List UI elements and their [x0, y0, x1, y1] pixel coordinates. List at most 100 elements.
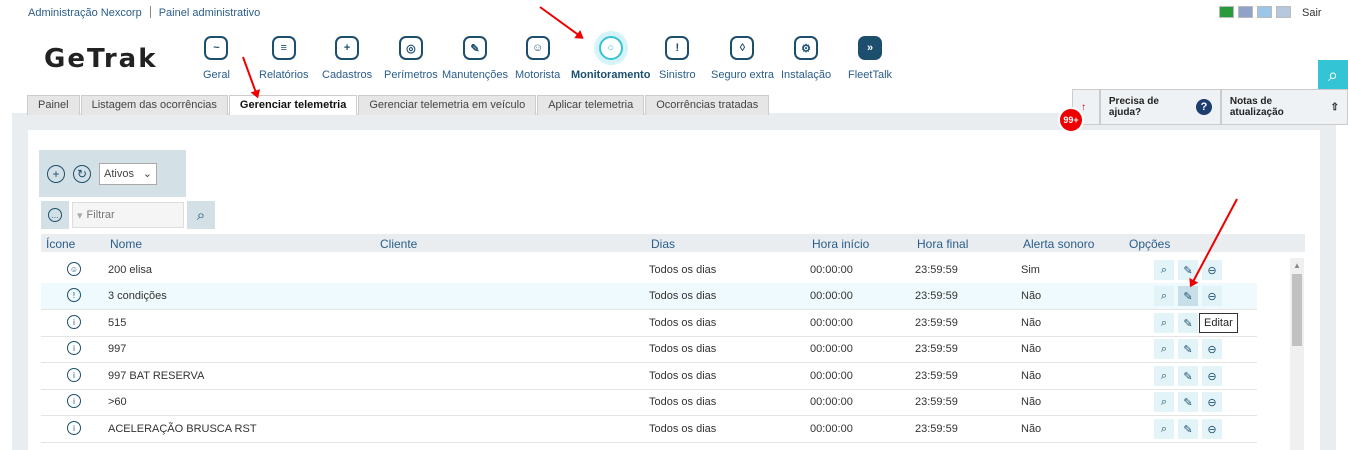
more-icon: …: [48, 208, 62, 222]
view-button[interactable]: ⌕: [1154, 366, 1174, 386]
disable-button[interactable]: ⊖: [1202, 392, 1222, 412]
nav-geral[interactable]: ~ Geral: [203, 36, 230, 81]
row-sound: Não: [1021, 370, 1042, 382]
row-end: 23:59:59: [915, 343, 958, 355]
table-row[interactable]: i ACELERAÇÃO BRUSCA RST Todos os dias 00…: [41, 416, 1257, 443]
nav-monitoramento[interactable]: ○ Monitoramento: [571, 36, 650, 81]
tab-ocorrencias-tratadas[interactable]: Ocorrências tratadas: [645, 95, 770, 115]
warning-icon: !: [67, 288, 81, 302]
release-notes-button[interactable]: Notas de atualização ⇧: [1220, 89, 1348, 125]
table-row[interactable]: ! 3 condições Todos os dias 00:00:00 23:…: [41, 283, 1257, 310]
edit-button[interactable]: ✎: [1178, 419, 1198, 439]
view-button[interactable]: ⌕: [1154, 286, 1174, 306]
table-row[interactable]: i 515 Todos os dias 00:00:00 23:59:59 Nã…: [41, 310, 1257, 337]
language-flags: [1219, 6, 1291, 18]
add-button[interactable]: +: [47, 164, 65, 183]
tab-gerenciar-telemetria[interactable]: Gerenciar telemetria: [228, 95, 358, 115]
tab-gerenciar-telemetria-veiculo[interactable]: Gerenciar telemetria em veículo: [358, 95, 537, 115]
flag-spain-icon[interactable]: [1276, 6, 1291, 18]
row-sound: Não: [1021, 317, 1042, 329]
status-select[interactable]: Ativos ⌄: [99, 162, 157, 185]
nav-manutencoes[interactable]: ✎ Manutenções: [442, 36, 508, 81]
edit-button[interactable]: ✎: [1178, 313, 1198, 333]
edit-icon: ✎: [1183, 423, 1193, 436]
row-start: 00:00:00: [810, 396, 853, 408]
scrollbar-thumb[interactable]: [1292, 274, 1302, 346]
row-end: 23:59:59: [915, 370, 958, 382]
search-icon: ⌕: [1160, 369, 1168, 382]
filter-funnel-icon: ▾: [77, 209, 83, 222]
row-days: Todos os dias: [649, 370, 717, 382]
nav-sinistro[interactable]: ! Sinistro: [659, 36, 696, 81]
row-days: Todos os dias: [649, 290, 717, 302]
edit-button[interactable]: ✎: [1178, 392, 1198, 412]
info-icon: i: [67, 394, 81, 408]
col-cliente[interactable]: Cliente: [380, 237, 417, 251]
view-button[interactable]: ⌕: [1154, 260, 1174, 280]
tab-painel[interactable]: Painel: [27, 95, 80, 115]
disable-button[interactable]: ⊖: [1202, 419, 1222, 439]
row-end: 23:59:59: [915, 317, 958, 329]
edit-button[interactable]: ✎: [1178, 286, 1198, 306]
flag-argentina-icon[interactable]: [1257, 6, 1272, 18]
refresh-button[interactable]: ↻: [73, 164, 91, 183]
view-button[interactable]: ⌕: [1154, 392, 1174, 412]
admin-panel-link[interactable]: Painel administrativo: [159, 7, 261, 19]
help-button[interactable]: Precisa de ajuda??: [1099, 89, 1221, 125]
disable-button[interactable]: ⊖: [1202, 366, 1222, 386]
view-button[interactable]: ⌕: [1154, 313, 1174, 333]
table-row[interactable]: i >60 Todos os dias 00:00:00 23:59:59 Nã…: [41, 389, 1257, 416]
row-name: ACELERAÇÃO BRUSCA RST: [108, 423, 257, 435]
view-button[interactable]: ⌕: [1154, 339, 1174, 359]
col-dias[interactable]: Dias: [651, 237, 675, 251]
disable-button[interactable]: ⊖: [1202, 286, 1222, 306]
edit-button[interactable]: ✎: [1178, 339, 1198, 359]
alert-arrow-icon: ↑: [1081, 101, 1086, 113]
logout-link[interactable]: Sair: [1302, 7, 1322, 19]
row-start: 00:00:00: [810, 317, 853, 329]
nav-cadastros[interactable]: + Cadastros: [322, 36, 372, 81]
minus-circle-icon: ⊖: [1207, 343, 1217, 356]
scroll-up-icon[interactable]: ▲: [1293, 261, 1301, 270]
admin-link[interactable]: Administração Nexcorp: [28, 7, 142, 19]
tab-listagem-ocorrencias[interactable]: Listagem das ocorrências: [80, 95, 228, 115]
nav-seguro-extra[interactable]: ◊ Seguro extra: [711, 36, 774, 81]
row-name: 515: [108, 317, 127, 329]
tab-aplicar-telemetria[interactable]: Aplicar telemetria: [537, 95, 645, 115]
nav-perimetros[interactable]: ◎ Perímetros: [384, 36, 438, 81]
col-icone[interactable]: Ícone: [46, 237, 75, 251]
disable-button[interactable]: ⊖: [1202, 339, 1222, 359]
disable-button[interactable]: ⊖: [1202, 260, 1222, 280]
filter-search-button[interactable]: ⌕: [187, 201, 215, 229]
col-alerta-sonoro[interactable]: Alerta sonoro: [1023, 237, 1094, 251]
separator: [149, 6, 151, 18]
nav-fleettalk[interactable]: » FleetTalk: [848, 36, 892, 81]
col-hora-inicio[interactable]: Hora início: [812, 237, 869, 251]
nav-relatorios[interactable]: ≡ Relatórios: [259, 36, 309, 81]
flag-brazil-icon[interactable]: [1219, 6, 1234, 18]
flag-uk-icon[interactable]: [1238, 6, 1253, 18]
table-row[interactable]: ☺ 200 elisa Todos os dias 00:00:00 23:59…: [41, 257, 1257, 284]
col-hora-final[interactable]: Hora final: [917, 237, 968, 251]
row-days: Todos os dias: [649, 264, 717, 276]
nav-motorista[interactable]: ☺ Motorista: [515, 36, 560, 81]
table-header: Ícone Nome Cliente Dias Hora início Hora…: [41, 234, 1305, 252]
edit-icon: ✎: [1183, 290, 1193, 303]
filter-input[interactable]: ▾ Filtrar: [72, 202, 184, 228]
col-opcoes: Opções: [1129, 237, 1171, 251]
nav-instalacao[interactable]: ⚙ Instalação: [781, 36, 831, 81]
more-options-button[interactable]: …: [41, 201, 69, 229]
table-scrollbar[interactable]: ▲: [1290, 258, 1304, 450]
global-search-button[interactable]: ⌕: [1318, 60, 1348, 90]
list-toolbar: + ↻ Ativos ⌄: [39, 150, 186, 197]
row-name: 200 elisa: [108, 264, 153, 276]
row-days: Todos os dias: [649, 317, 717, 329]
edit-button[interactable]: ✎: [1178, 366, 1198, 386]
table-row[interactable]: i 997 BAT RESERVA Todos os dias 00:00:00…: [41, 363, 1257, 390]
minus-circle-icon: ⊖: [1207, 264, 1217, 277]
view-button[interactable]: ⌕: [1154, 419, 1174, 439]
row-name: >60: [108, 396, 127, 408]
col-nome[interactable]: Nome: [110, 237, 142, 251]
table-row[interactable]: i 997 Todos os dias 00:00:00 23:59:59 Nã…: [41, 336, 1257, 363]
getrak-logo: GeTrak: [44, 44, 158, 74]
